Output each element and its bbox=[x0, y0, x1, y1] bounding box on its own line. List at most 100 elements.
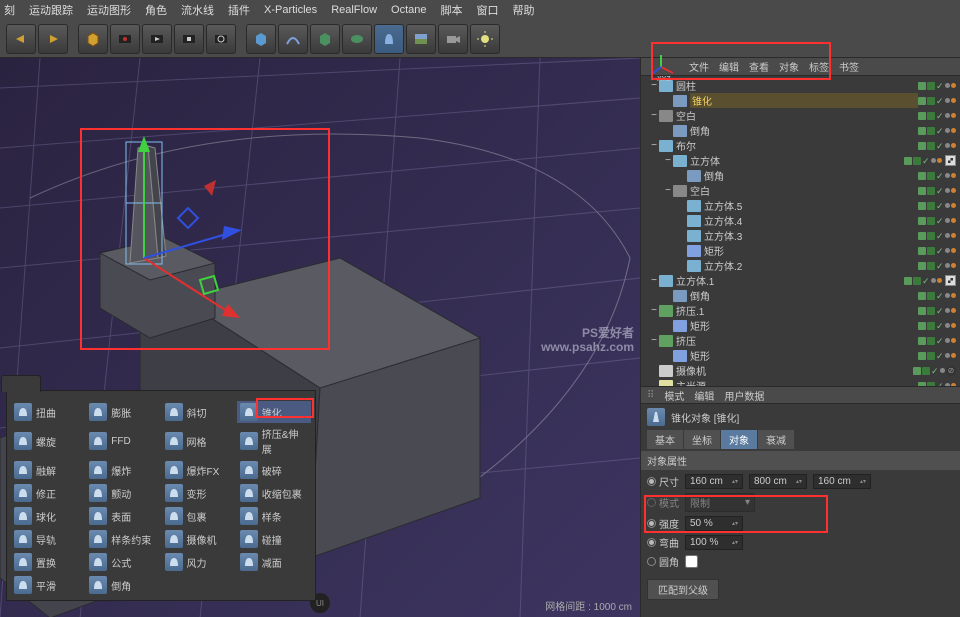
object-name[interactable]: 立方体.1 bbox=[676, 273, 904, 288]
tree-row[interactable]: −立方体.1✓ bbox=[641, 273, 960, 288]
deformer-item[interactable]: FFD bbox=[86, 424, 160, 458]
tree-row[interactable]: 倒角✓ bbox=[641, 123, 960, 138]
menu-item[interactable]: 脚本 bbox=[441, 2, 463, 18]
tree-row[interactable]: − 挤压.1✓ bbox=[641, 303, 960, 318]
object-name[interactable]: 立方体.4 bbox=[704, 213, 918, 228]
tree-row[interactable]: 矩形✓ bbox=[641, 348, 960, 363]
deformer-item[interactable]: 修正 bbox=[11, 482, 85, 504]
deformer-item[interactable]: 平滑 bbox=[11, 574, 85, 596]
attr-menu-item[interactable]: 模式 bbox=[664, 388, 684, 403]
object-flags[interactable]: ✓ bbox=[918, 127, 960, 135]
tab-object[interactable]: 对象 bbox=[721, 430, 757, 449]
deformer-item[interactable]: 锥化 bbox=[237, 401, 311, 423]
tool-generator[interactable] bbox=[310, 24, 340, 54]
tree-row[interactable]: 锥化✓ bbox=[641, 93, 960, 108]
object-flags[interactable]: ✓ bbox=[918, 187, 960, 195]
tool-deformer[interactable] bbox=[374, 24, 404, 54]
object-name[interactable]: 立方体.5 bbox=[704, 198, 918, 213]
object-name[interactable]: 挤压 bbox=[676, 333, 918, 348]
size-y-input[interactable]: 800 cm▴▾ bbox=[749, 474, 807, 489]
object-flags[interactable]: ✓ bbox=[918, 232, 960, 240]
om-menu-item[interactable]: 书签 bbox=[839, 59, 859, 74]
tool-record[interactable] bbox=[110, 24, 140, 54]
object-flags[interactable]: ✓ bbox=[918, 307, 960, 315]
object-flags[interactable]: ✓ bbox=[918, 322, 960, 330]
tree-row[interactable]: −空白✓ bbox=[641, 108, 960, 123]
object-name[interactable]: 倒角 bbox=[704, 168, 918, 183]
menu-item[interactable]: X-Particles bbox=[264, 4, 317, 16]
tree-row[interactable]: 立方体.2✓ bbox=[641, 258, 960, 273]
fit-to-parent-button[interactable]: 匹配到父级 bbox=[647, 579, 719, 600]
tree-row[interactable]: 倒角✓ bbox=[641, 168, 960, 183]
tree-row[interactable]: 主光源✓ bbox=[641, 378, 960, 386]
menu-item[interactable]: 插件 bbox=[228, 2, 250, 18]
menu-item[interactable]: RealFlow bbox=[331, 4, 377, 16]
round-checkbox[interactable] bbox=[685, 555, 698, 568]
tool-camera[interactable] bbox=[438, 24, 468, 54]
menu-item[interactable]: 刻 bbox=[4, 2, 15, 18]
tab-basic[interactable]: 基本 bbox=[647, 430, 683, 449]
deformer-item[interactable]: 置换 bbox=[11, 551, 85, 573]
tool-generator2[interactable] bbox=[342, 24, 372, 54]
object-name[interactable]: 主光源 bbox=[676, 378, 918, 386]
expand-toggle[interactable]: − bbox=[649, 275, 659, 286]
object-name[interactable]: 矩形 bbox=[690, 318, 918, 333]
tool-redo[interactable] bbox=[38, 24, 68, 54]
object-manager-tree[interactable]: −圆柱✓锥化✓−空白✓倒角✓−布尔✓−立方体✓倒角✓−空白✓立方体.5✓立方体.… bbox=[641, 76, 960, 386]
deformer-item[interactable]: 膨胀 bbox=[86, 401, 160, 423]
object-flags[interactable]: ✓ bbox=[918, 292, 960, 300]
expand-toggle[interactable]: − bbox=[649, 140, 659, 151]
tree-row[interactable]: 立方体.5✓ bbox=[641, 198, 960, 213]
tool-primitive[interactable] bbox=[246, 24, 276, 54]
deformer-item[interactable]: 斜切 bbox=[162, 401, 236, 423]
deformer-item[interactable]: 样条 bbox=[237, 505, 311, 527]
menu-item[interactable]: 窗口 bbox=[477, 2, 499, 18]
deformer-item[interactable]: 扭曲 bbox=[11, 401, 85, 423]
object-flags[interactable]: ✓ bbox=[918, 97, 960, 105]
expand-toggle[interactable]: − bbox=[649, 80, 659, 91]
deformer-item[interactable]: 公式 bbox=[86, 551, 160, 573]
object-name[interactable]: 空白 bbox=[690, 183, 918, 198]
tree-row[interactable]: 立方体.3✓ bbox=[641, 228, 960, 243]
object-flags[interactable]: ✓ bbox=[918, 142, 960, 150]
deformer-item[interactable]: 倒角 bbox=[86, 574, 160, 596]
tree-row[interactable]: −挤压✓ bbox=[641, 333, 960, 348]
object-name[interactable]: 圆柱 bbox=[676, 78, 918, 93]
expand-toggle[interactable]: − bbox=[663, 185, 673, 196]
object-name[interactable]: 立方体 bbox=[690, 153, 904, 168]
object-name[interactable]: 布尔 bbox=[676, 138, 918, 153]
menu-item[interactable]: 角色 bbox=[145, 2, 167, 18]
expand-toggle[interactable]: − bbox=[649, 305, 659, 316]
om-menu-item[interactable]: 文件 bbox=[689, 59, 709, 74]
deformer-item[interactable]: 变形 bbox=[162, 482, 236, 504]
object-flags[interactable]: ✓⊘ bbox=[913, 366, 960, 376]
tree-row[interactable]: −立方体✓ bbox=[641, 153, 960, 168]
expand-toggle[interactable]: − bbox=[649, 110, 659, 121]
tool-spline[interactable] bbox=[278, 24, 308, 54]
tree-row[interactable]: 倒角✓ bbox=[641, 288, 960, 303]
object-name[interactable]: 锥化 bbox=[690, 93, 918, 108]
object-name[interactable]: 挤压.1 bbox=[676, 303, 918, 318]
om-menu-item[interactable]: 编辑 bbox=[719, 59, 739, 74]
deformer-item[interactable]: 导轨 bbox=[11, 528, 85, 550]
deformer-item[interactable]: 挤压&伸展 bbox=[237, 424, 311, 458]
deformer-item[interactable]: 摄像机 bbox=[162, 528, 236, 550]
deformer-item[interactable]: 样条约束 bbox=[86, 528, 160, 550]
deformer-item[interactable]: 减面 bbox=[237, 551, 311, 573]
menu-item[interactable]: 运动图形 bbox=[87, 2, 131, 18]
deformer-item[interactable]: 融解 bbox=[11, 459, 85, 481]
mode-select[interactable]: 限制▾ bbox=[685, 493, 755, 512]
deformer-item[interactable]: 爆炸FX bbox=[162, 459, 236, 481]
object-name[interactable]: 空白 bbox=[676, 108, 918, 123]
tool-environment[interactable] bbox=[406, 24, 436, 54]
object-flags[interactable]: ✓ bbox=[918, 352, 960, 360]
object-name[interactable]: 矩形 bbox=[704, 243, 918, 258]
tree-row[interactable]: 矩形✓ bbox=[641, 318, 960, 333]
menu-item[interactable]: Octane bbox=[391, 4, 426, 16]
texture-tag-icon[interactable] bbox=[945, 275, 956, 286]
strength-input[interactable]: 50 %▴▾ bbox=[685, 516, 743, 531]
expand-toggle[interactable]: − bbox=[649, 335, 659, 346]
deformer-item[interactable]: 收缩包裹 bbox=[237, 482, 311, 504]
tab-coord[interactable]: 坐标 bbox=[684, 430, 720, 449]
curve-input[interactable]: 100 %▴▾ bbox=[685, 535, 743, 550]
